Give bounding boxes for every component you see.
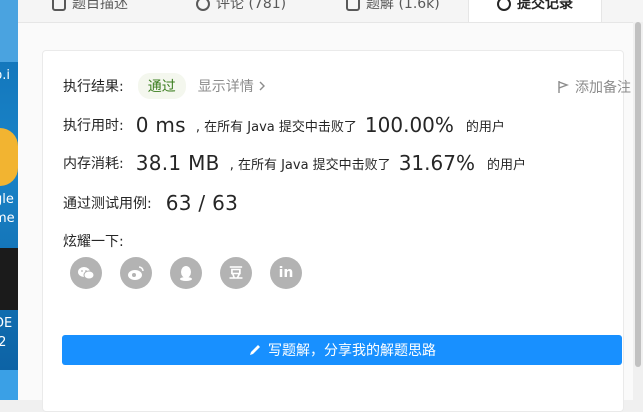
chrome-icon[interactable] <box>0 128 18 186</box>
share-label-row: 炫耀一下: <box>63 231 124 251</box>
share-buttons: 豆 in <box>70 257 302 289</box>
desktop-icon-1[interactable] <box>0 0 18 62</box>
tests-value: 63 / 63 <box>165 191 239 215</box>
scrollbar-thumb[interactable] <box>635 22 641 367</box>
desktop-icon-3[interactable] <box>0 248 18 310</box>
share-qq-button[interactable] <box>170 257 202 289</box>
share-wechat-button[interactable] <box>70 257 102 289</box>
desktop-icon-4[interactable] <box>0 370 18 400</box>
share-weibo-button[interactable] <box>120 257 152 289</box>
pencil-icon <box>250 345 260 355</box>
tab-description[interactable]: 题目描述 <box>52 0 128 22</box>
memory-text: , 在所有 Java 提交中击败了 <box>229 157 391 173</box>
memory-value: 38.1 MB <box>135 151 220 175</box>
tabs-bar: 题目描述 评论 (781) 题解 (1.6k) 提交记录 <box>18 0 643 23</box>
show-details-link[interactable]: 显示详情 <box>198 76 266 96</box>
status-badge: 通过 <box>137 73 186 99</box>
add-note-button[interactable]: 添加备注 <box>557 77 631 97</box>
desktop-label-1: p.i <box>0 68 10 83</box>
show-details-label: 显示详情 <box>197 79 254 95</box>
wechat-icon <box>78 267 95 280</box>
tab-comments[interactable]: 评论 (781) <box>196 0 286 22</box>
flag-icon <box>558 81 569 93</box>
runtime-suffix: 的用户 <box>465 119 505 135</box>
share-douban-button[interactable]: 豆 <box>220 257 252 289</box>
tab-label: 题目描述 <box>72 0 128 12</box>
tab-label: 提交记录 <box>517 0 573 12</box>
runtime-text: , 在所有 Java 提交中击败了 <box>195 119 357 135</box>
memory-label: 内存消耗: <box>63 156 124 172</box>
douban-icon: 豆 <box>229 266 243 282</box>
runtime-percent: 100.00% <box>364 113 454 137</box>
memory-suffix: 的用户 <box>486 157 526 173</box>
memory-row: 内存消耗: 38.1 MB , 在所有 Java 提交中击败了 31.67% 的… <box>63 151 526 175</box>
tab-solutions[interactable]: 题解 (1.6k) <box>346 0 440 22</box>
desktop-label-3: me <box>0 211 15 226</box>
runtime-value: 0 ms <box>135 113 186 137</box>
runtime-label: 执行用时: <box>63 118 124 134</box>
qq-icon <box>180 266 192 281</box>
desktop-label-4: DE <box>0 316 13 331</box>
clock-icon <box>497 0 511 11</box>
desktop-strip: p.i gle me DE .2 <box>0 0 18 400</box>
desktop-label-2: gle <box>0 192 14 207</box>
document-icon <box>52 0 66 11</box>
weibo-icon <box>128 266 144 280</box>
submission-result-panel: 执行结果: 通过 显示详情 添加备注 执行用时: 0 ms , 在所有 Java… <box>42 50 631 412</box>
app-window: 题目描述 评论 (781) 题解 (1.6k) 提交记录 执行结果: 通过 显示… <box>18 0 643 412</box>
status-row: 执行结果: 通过 显示详情 <box>63 73 266 99</box>
write-solution-button[interactable]: 写题解，分享我的解题思路 <box>62 335 622 365</box>
tab-submissions[interactable]: 提交记录 <box>468 0 602 22</box>
comment-icon <box>196 0 210 11</box>
desktop-label-5: .2 <box>0 335 7 350</box>
runtime-row: 执行用时: 0 ms , 在所有 Java 提交中击败了 100.00% 的用户 <box>63 113 505 137</box>
share-label: 炫耀一下: <box>63 234 124 250</box>
memory-percent: 31.67% <box>398 151 475 175</box>
write-solution-label: 写题解，分享我的解题思路 <box>268 343 436 359</box>
chevron-right-icon <box>259 81 265 91</box>
flask-icon <box>346 0 360 11</box>
add-note-label: 添加备注 <box>575 80 631 96</box>
share-linkedin-button[interactable]: in <box>270 257 302 289</box>
tab-label: 题解 (1.6k) <box>366 0 440 12</box>
vertical-scrollbar[interactable] <box>633 22 643 400</box>
tests-row: 通过测试用例: 63 / 63 <box>63 191 248 215</box>
linkedin-icon: in <box>278 265 294 281</box>
tab-label: 评论 (781) <box>216 0 287 12</box>
tests-label: 通过测试用例: <box>63 196 152 212</box>
status-label: 执行结果: <box>63 79 124 95</box>
